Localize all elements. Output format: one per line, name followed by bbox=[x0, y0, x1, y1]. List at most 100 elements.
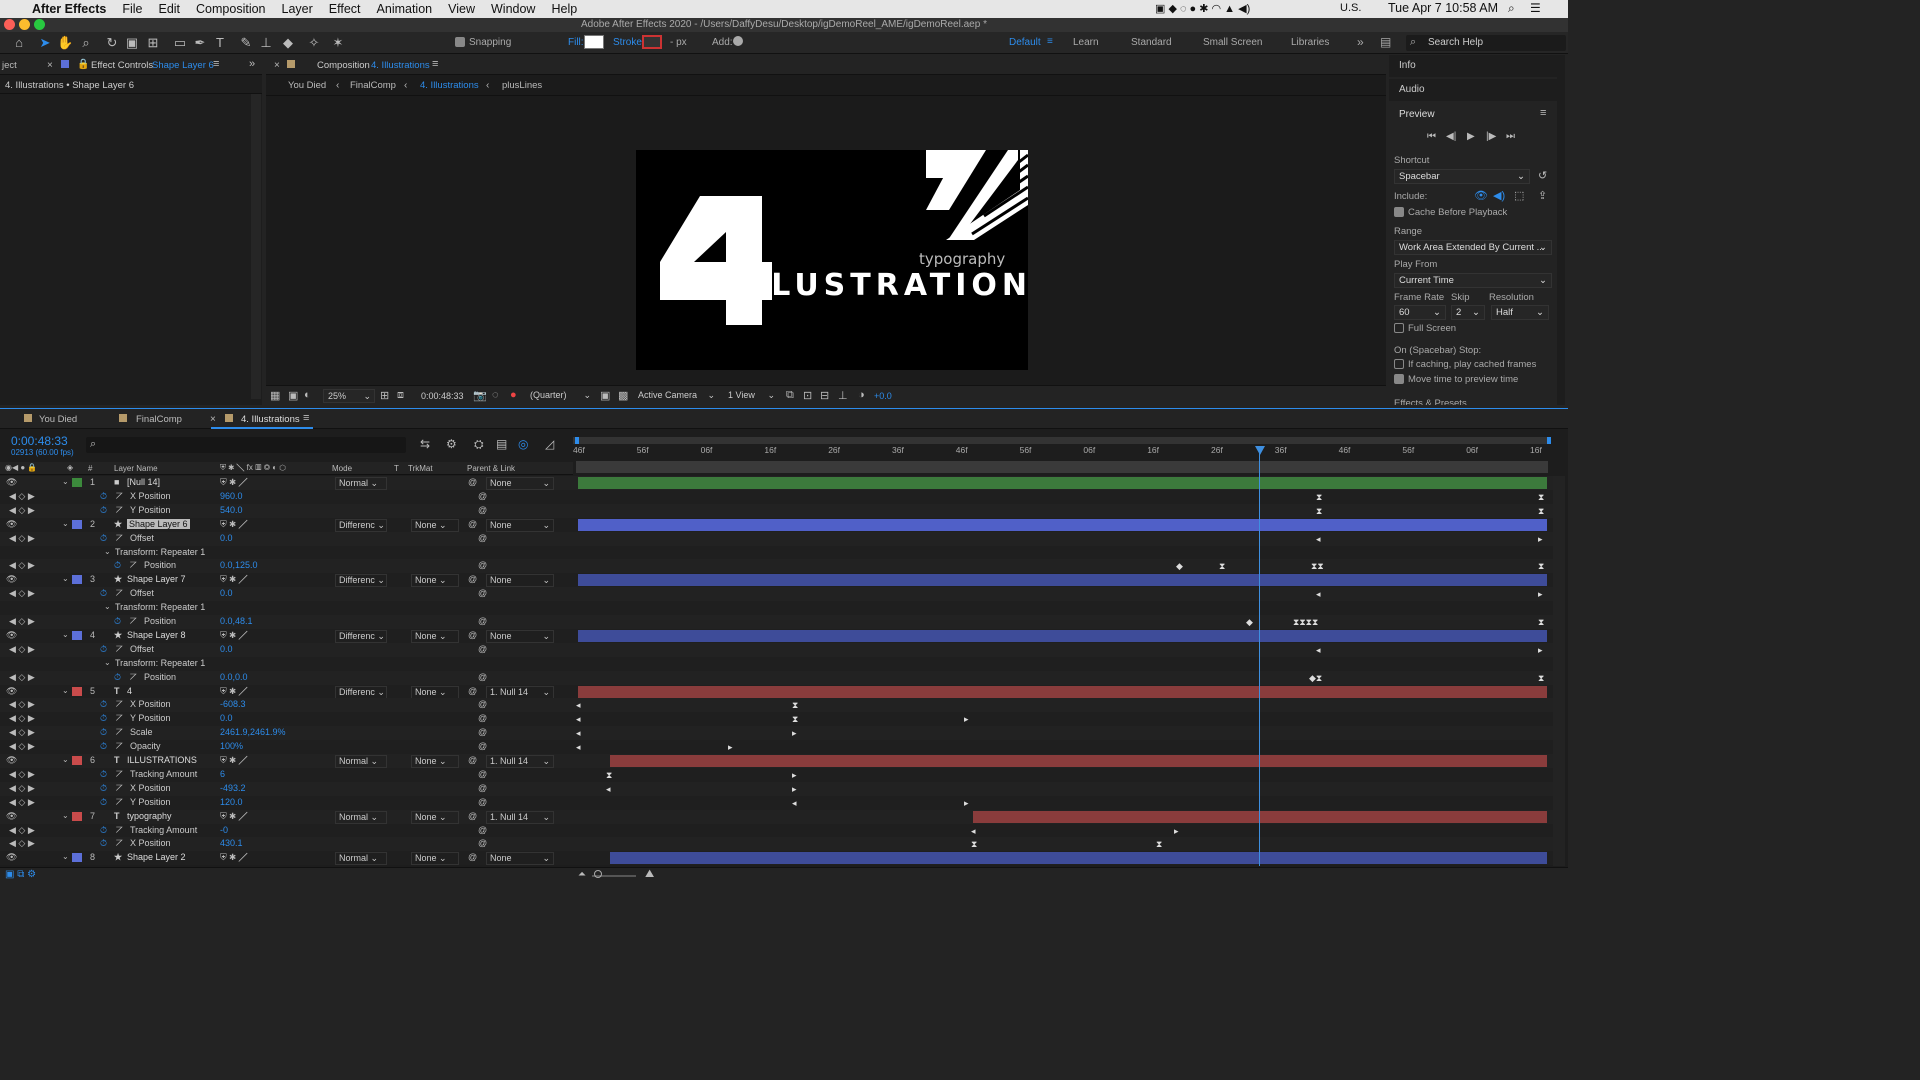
stopwatch-icon[interactable]: ⏱ bbox=[100, 769, 107, 780]
workspace-libraries[interactable]: Libraries bbox=[1291, 37, 1329, 48]
workspace-standard[interactable]: Standard bbox=[1131, 37, 1172, 48]
chevron-down-icon[interactable]: ⌄ bbox=[62, 755, 69, 764]
composition-name[interactable]: 4. Illustrations bbox=[371, 60, 430, 71]
eye-icon[interactable]: 👁 bbox=[6, 852, 17, 863]
property-row[interactable]: ◀ ◇ ▶ ⏱ ⦢ X Position 430.1 @ ⧗ ⧗ bbox=[0, 837, 1553, 852]
previous-frame-icon[interactable]: ◀| bbox=[1446, 131, 1456, 142]
expression-pickwhip-icon[interactable]: @ bbox=[478, 672, 487, 682]
keyframe[interactable]: ◆ bbox=[1246, 617, 1253, 628]
property-row[interactable]: ◀ ◇ ▶ ⏱ ⦢ Tracking Amount -0 @ ◂ ▸ bbox=[0, 823, 1553, 838]
keyframe-nav-icon[interactable]: ◀ ◇ ▶ bbox=[9, 838, 35, 849]
graph-icon[interactable]: ⦢ bbox=[116, 741, 123, 752]
expression-pickwhip-icon[interactable]: @ bbox=[478, 713, 487, 723]
keyframe-nav-icon[interactable]: ◀ ◇ ▶ bbox=[9, 713, 35, 724]
track-matte-dropdown[interactable]: None ⌄ bbox=[411, 629, 459, 643]
effects-presets-tab[interactable]: Effects & Presets bbox=[1394, 398, 1467, 405]
keyframe[interactable]: ◂ bbox=[606, 784, 611, 795]
layer-label-color[interactable] bbox=[72, 519, 82, 529]
stopwatch-icon[interactable]: ⏱ bbox=[100, 713, 107, 724]
locale-indicator[interactable]: U.S. bbox=[1340, 2, 1361, 14]
layer-name[interactable]: Shape Layer 6 bbox=[127, 518, 190, 529]
keyframe[interactable]: ▸ bbox=[964, 714, 969, 725]
label-column-icon[interactable]: ◈ bbox=[67, 463, 73, 472]
layer-switches-icons[interactable]: ⛨ ✱ ╱ bbox=[220, 811, 247, 822]
timeline-tab-illustrations[interactable]: 4. Illustrations bbox=[241, 414, 300, 425]
expression-pickwhip-icon[interactable]: @ bbox=[478, 699, 487, 709]
property-row[interactable]: ◀ ◇ ▶ ⏱ ⦢ Y Position 0.0 @ ◂ ⧗ ▸ bbox=[0, 712, 1553, 727]
layer-duration-bar[interactable] bbox=[610, 755, 1547, 767]
include-layer-controls-icon[interactable]: ⇪ bbox=[1538, 189, 1547, 202]
keyframe[interactable]: ⧗ bbox=[1538, 673, 1544, 684]
layer-label-color[interactable] bbox=[72, 630, 82, 640]
menu-window[interactable]: Window bbox=[483, 2, 543, 16]
blend-mode-dropdown[interactable]: Normal ⌄ bbox=[335, 477, 387, 490]
panel-menu-icon[interactable]: ≡ bbox=[1540, 107, 1546, 119]
panel-menu-icon[interactable]: ≡ bbox=[213, 58, 219, 70]
playhead-handle[interactable] bbox=[1255, 446, 1265, 455]
layer-search-input[interactable]: ⌕ bbox=[86, 437, 406, 453]
keyframe[interactable]: ◂ bbox=[792, 798, 797, 809]
graph-icon[interactable]: ⦢ bbox=[116, 644, 123, 655]
keyframe[interactable]: ▸ bbox=[792, 728, 797, 739]
pickwhip-icon[interactable]: @ bbox=[468, 686, 477, 696]
menu-file[interactable]: File bbox=[114, 2, 150, 16]
track-matte-dropdown[interactable]: None ⌄ bbox=[411, 755, 459, 768]
keyframe-nav-icon[interactable]: ◀ ◇ ▶ bbox=[9, 588, 35, 599]
type-tool-icon[interactable]: T bbox=[212, 35, 228, 51]
stroke-swatch[interactable] bbox=[642, 35, 662, 49]
expression-pickwhip-icon[interactable]: @ bbox=[478, 783, 487, 793]
move-time-checkbox[interactable]: Move time to preview time bbox=[1394, 374, 1518, 385]
keyframe[interactable]: ◂ bbox=[576, 714, 581, 725]
keyframe-nav-icon[interactable]: ◀ ◇ ▶ bbox=[9, 533, 35, 544]
column-number[interactable]: # bbox=[88, 464, 92, 473]
fast-preview-icon[interactable]: ▣ bbox=[600, 389, 610, 402]
stopwatch-icon[interactable]: ⏱ bbox=[100, 741, 107, 752]
include-video-icon[interactable]: 👁 bbox=[1474, 189, 1488, 202]
expression-pickwhip-icon[interactable]: @ bbox=[478, 505, 487, 515]
keyframe[interactable]: ▸ bbox=[728, 742, 733, 753]
expression-pickwhip-icon[interactable]: @ bbox=[478, 644, 487, 654]
grid-icon[interactable]: ⊞ bbox=[380, 389, 389, 402]
property-value[interactable]: -0 bbox=[220, 825, 228, 835]
switches-icons[interactable]: ⛨ ✱ ╲ fx ▥ ◎ ◐ ⬡ bbox=[220, 463, 286, 473]
zoom-out-icon[interactable]: ⏶ bbox=[578, 869, 586, 880]
property-value[interactable]: 0.0,0.0 bbox=[220, 672, 248, 682]
keyframe-nav-icon[interactable]: ◀ ◇ ▶ bbox=[9, 672, 35, 683]
property-value[interactable]: 6 bbox=[220, 769, 225, 779]
layer-row[interactable]: 👁 ⌄ 2 ★ Shape Layer 6 ⛨ ✱ ╱ Differenc ⌄ None ⌄ @… bbox=[0, 517, 1553, 532]
pickwhip-icon[interactable]: @ bbox=[468, 477, 477, 487]
include-audio-icon[interactable]: ◀) bbox=[1493, 189, 1505, 202]
keyframe[interactable]: ⧗⧗⧗⧗ bbox=[1293, 617, 1318, 628]
layer-switches-icons[interactable]: ⛨ ✱ ╱ bbox=[220, 519, 247, 530]
current-timecode[interactable]: 0:00:48:33 bbox=[11, 434, 68, 448]
breadcrumb-illustrations[interactable]: 4. Illustrations bbox=[420, 80, 479, 91]
pickwhip-icon[interactable]: @ bbox=[468, 852, 477, 862]
layer-label-color[interactable] bbox=[72, 756, 82, 765]
expression-pickwhip-icon[interactable]: @ bbox=[478, 560, 487, 570]
close-icon[interactable]: × bbox=[274, 60, 280, 71]
property-row[interactable]: ◀ ◇ ▶ ⏱ ⦢ Scale 2461.9,2461.9% @ ◂ ▸ bbox=[0, 726, 1553, 741]
layer-duration-bar[interactable] bbox=[578, 518, 1547, 531]
minimize-window-button[interactable] bbox=[19, 19, 30, 30]
expression-pickwhip-icon[interactable]: @ bbox=[478, 533, 487, 543]
stopwatch-icon[interactable]: ⏱ bbox=[100, 491, 107, 502]
layer-switches-icons[interactable]: ⛨ ✱ ╱ bbox=[220, 686, 247, 697]
property-value[interactable]: -493.2 bbox=[220, 783, 246, 793]
stopwatch-icon[interactable]: ⏱ bbox=[100, 505, 107, 516]
keyframe[interactable]: ◂ bbox=[1316, 589, 1321, 600]
frame-blending-icon[interactable]: ▤ bbox=[496, 437, 507, 451]
layer-name[interactable]: ILLUSTRATIONS bbox=[127, 755, 197, 765]
property-value[interactable]: -608.3 bbox=[220, 699, 246, 709]
eye-icon[interactable]: 👁 bbox=[6, 477, 17, 488]
layer-row[interactable]: 👁 ⌄ 1 ■ [Null 14] ⛨ ✱ ╱ Normal ⌄ @ None ⌄ bbox=[0, 476, 1553, 490]
puppet-tool-icon[interactable]: ✶ bbox=[330, 35, 346, 51]
graph-icon[interactable]: ⦢ bbox=[116, 727, 123, 738]
track-matte-dropdown[interactable]: None ⌄ bbox=[411, 518, 459, 532]
status-icons[interactable]: ▣ ◆ ◌ ● ✱ ◠ ▲ ◀) bbox=[1155, 2, 1250, 15]
eraser-tool-icon[interactable]: ◆ bbox=[280, 35, 296, 51]
keyframe[interactable]: ◂ bbox=[576, 742, 581, 753]
show-channel-icon[interactable]: ◌ bbox=[492, 389, 499, 401]
blend-mode-dropdown[interactable]: Differenc ⌄ bbox=[335, 574, 387, 588]
layer-switches-icons[interactable]: ⛨ ✱ ╱ bbox=[220, 630, 247, 641]
property-value[interactable]: 540.0 bbox=[220, 505, 243, 515]
